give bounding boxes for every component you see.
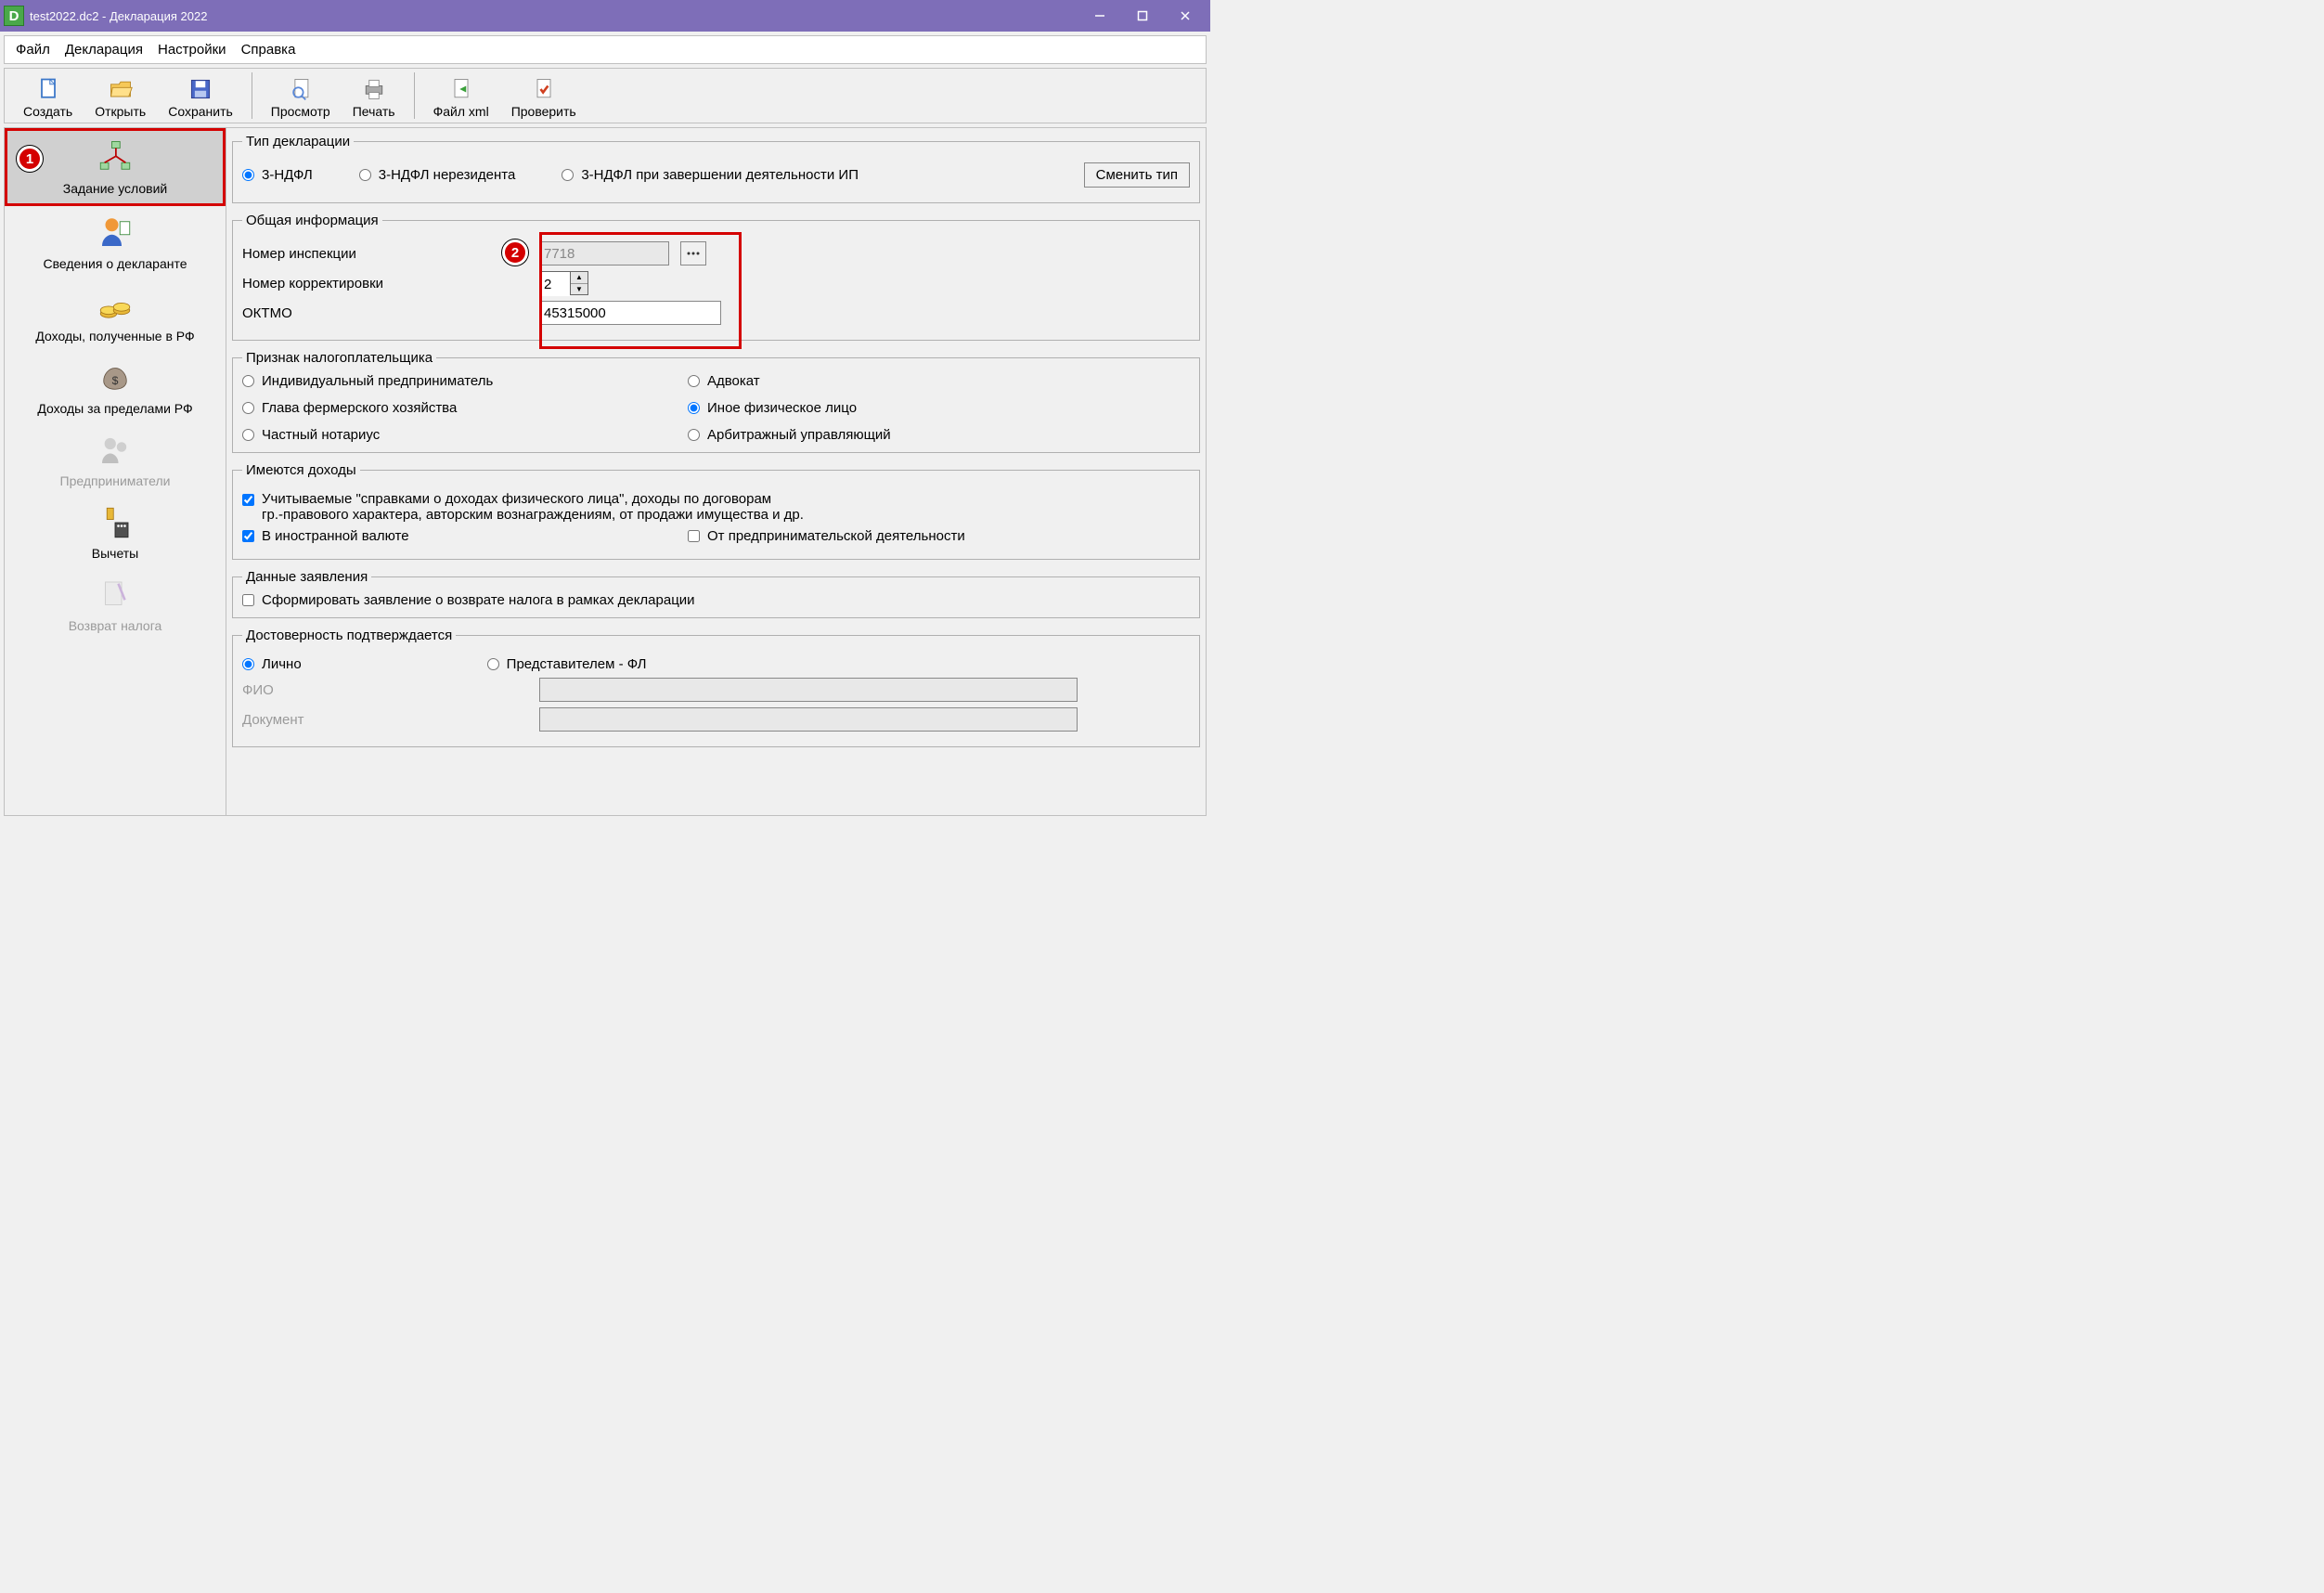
conditions-icon [96,138,135,177]
sidebar-item-income-rf[interactable]: Доходы, полученные в РФ [5,278,226,351]
input-fio [539,678,1078,702]
sidebar-item-declarant[interactable]: Сведения о декларанте [5,206,226,278]
coins-icon [96,286,135,325]
input-inspection [539,241,669,266]
label-doc: Документ [242,712,539,728]
legend-taxpayer: Признак налогоплательщика [242,350,436,366]
new-file-icon [35,76,61,102]
legend-general: Общая информация [242,213,382,228]
radio-farm[interactable]: Глава фермерского хозяйства [242,400,688,416]
sidebar-item-deductions[interactable]: Вычеты [5,496,226,568]
check-icon [531,76,557,102]
file-xml-icon [448,76,474,102]
refund-icon [96,576,135,615]
print-icon [361,76,387,102]
checkbox-entrepreneur-income[interactable]: От предпринимательской деятельности [688,528,1190,544]
person-icon [96,214,135,253]
radio-lawyer[interactable]: Адвокат [688,373,1190,389]
app-icon: D [4,6,24,26]
radio-3ndfl-ip-close[interactable]: 3-НДФЛ при завершении деятельности ИП [562,167,859,183]
money-bag-icon: $ [96,358,135,397]
spinner-down[interactable]: ▼ [571,284,587,295]
sidebar-item-entrepreneurs: Предприниматели [5,423,226,496]
deductions-icon [96,503,135,542]
window-title: test2022.dc2 - Декларация 2022 [30,9,1078,23]
menu-help[interactable]: Справка [236,40,302,59]
radio-notary[interactable]: Частный нотариус [242,427,688,443]
svg-text:$: $ [112,374,119,387]
tool-check[interactable]: Проверить [500,74,587,121]
sidebar-item-income-abroad[interactable]: $ Доходы за пределами РФ [5,351,226,423]
toolbar: Создать Открыть Сохранить Просмотр Печат… [4,68,1207,123]
toolbar-separator [414,72,415,119]
tool-create[interactable]: Создать [12,74,84,121]
fieldset-reliability: Достоверность подтверждается Лично Предс… [232,628,1200,747]
marker-2: 2 [502,240,528,266]
menu-file[interactable]: Файл [10,40,56,59]
tool-preview[interactable]: Просмотр [260,74,342,121]
input-doc [539,707,1078,732]
button-inspection-browse[interactable] [680,241,706,266]
marker-1: 1 [17,146,43,172]
checkbox-foreign-currency[interactable]: В иностранной валюте [242,528,688,544]
change-type-button[interactable]: Сменить тип [1084,162,1190,188]
radio-ip[interactable]: Индивидуальный предприниматель [242,373,688,389]
menu-settings[interactable]: Настройки [152,40,232,59]
fieldset-income: Имеются доходы Учитываемые "справками о … [232,462,1200,560]
checkbox-form-refund-application[interactable]: Сформировать заявление о возврате налога… [242,592,1190,608]
sidebar: 1 Задание условий Сведения о декларанте … [4,127,226,816]
label-correction: Номер корректировки [242,276,539,291]
content-panel: Тип декларации 3-НДФЛ 3-НДФЛ нерезидента… [226,127,1207,816]
folder-open-icon [108,76,134,102]
menubar: Файл Декларация Настройки Справка [4,35,1207,64]
close-button[interactable] [1164,2,1207,30]
input-correction[interactable] [540,272,570,296]
legend-decl-type: Тип декларации [242,134,354,149]
ellipsis-icon [686,249,701,258]
maximize-button[interactable] [1121,2,1164,30]
radio-other[interactable]: Иное физическое лицо [688,400,1190,416]
radio-arbitr[interactable]: Арбитражный управляющий [688,427,1190,443]
label-fio: ФИО [242,682,539,698]
input-oktmo[interactable] [539,301,721,325]
tool-print[interactable]: Печать [342,74,407,121]
menu-declaration[interactable]: Декларация [59,40,148,59]
fieldset-general: Общая информация 2 Номер инспекции Номер… [232,213,1200,341]
radio-self[interactable]: Лично [242,656,302,672]
sidebar-item-conditions[interactable]: 1 Задание условий [5,128,226,206]
spinner-correction[interactable]: ▲ ▼ [539,271,588,295]
radio-3ndfl-nonresident[interactable]: 3-НДФЛ нерезидента [359,167,516,183]
save-icon [187,76,213,102]
entrepreneurs-icon [96,431,135,470]
radio-representative[interactable]: Представителем - ФЛ [487,656,647,672]
tool-filexml[interactable]: Файл xml [422,74,500,121]
fieldset-taxpayer: Признак налогоплательщика Индивидуальный… [232,350,1200,453]
fieldset-declaration-type: Тип декларации 3-НДФЛ 3-НДФЛ нерезидента… [232,134,1200,203]
legend-reliability: Достоверность подтверждается [242,628,456,643]
preview-icon [288,76,314,102]
minimize-button[interactable] [1078,2,1121,30]
titlebar: D test2022.dc2 - Декларация 2022 [0,0,1210,32]
tool-save[interactable]: Сохранить [157,74,244,121]
spinner-up[interactable]: ▲ [571,272,587,284]
checkbox-income-main[interactable]: Учитываемые "справками о доходах физичес… [242,491,804,523]
legend-application: Данные заявления [242,569,371,585]
tool-open[interactable]: Открыть [84,74,157,121]
legend-income: Имеются доходы [242,462,360,478]
label-inspection: Номер инспекции [242,246,539,262]
label-oktmo: ОКТМО [242,305,539,321]
fieldset-application: Данные заявления Сформировать заявление … [232,569,1200,618]
sidebar-item-refund: Возврат налога [5,568,226,641]
radio-3ndfl[interactable]: 3-НДФЛ [242,167,313,183]
